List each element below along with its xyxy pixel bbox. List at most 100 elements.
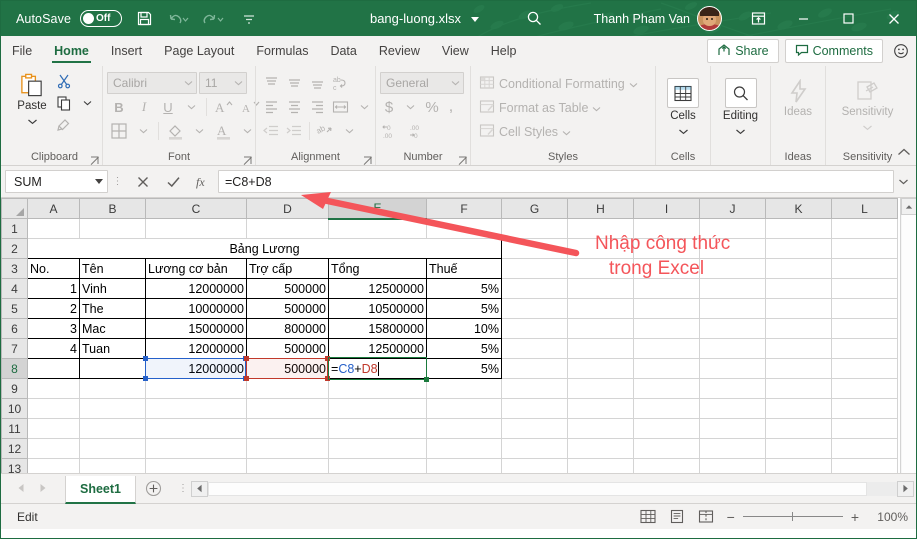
cell-e12[interactable]: [328, 438, 427, 459]
cell-i13[interactable]: [633, 458, 700, 473]
merge-chevron-down-icon[interactable]: [353, 96, 375, 118]
cell-j8[interactable]: [699, 358, 766, 379]
vertical-scroll-thumb[interactable]: [901, 215, 916, 473]
cell-d5[interactable]: 500000: [246, 298, 329, 319]
row-header-12[interactable]: 12: [1, 438, 28, 459]
add-sheet-plus-icon[interactable]: [136, 480, 170, 497]
sensitivity-button[interactable]: Sensitivity: [832, 75, 904, 136]
cell-l5[interactable]: [831, 298, 898, 319]
column-header-a[interactable]: A: [27, 198, 80, 219]
cell-k5[interactable]: [765, 298, 832, 319]
cell-l4[interactable]: [831, 278, 898, 299]
cell-b1[interactable]: [79, 218, 146, 239]
insert-function-fx-icon[interactable]: fx: [188, 170, 218, 194]
enter-checkmark-icon[interactable]: [158, 170, 188, 194]
cell-d13[interactable]: [246, 458, 329, 473]
cell-j5[interactable]: [699, 298, 766, 319]
cell-j13[interactable]: [699, 458, 766, 473]
sheet-tab-split-handle[interactable]: ⋮: [178, 483, 189, 494]
cell-l9[interactable]: [831, 378, 898, 399]
cell-c12[interactable]: [145, 438, 247, 459]
column-header-f[interactable]: F: [426, 198, 502, 219]
spreadsheet-grid[interactable]: A B C D E F G H I J K L 1 2 Bảng Lương 3…: [1, 198, 916, 473]
ribbon-display-options-icon[interactable]: [736, 1, 781, 36]
align-left-button[interactable]: [260, 96, 282, 118]
cell-l1[interactable]: [831, 218, 898, 239]
cell-l3[interactable]: [831, 258, 898, 279]
search-icon[interactable]: [521, 6, 547, 32]
cell-j10[interactable]: [699, 398, 766, 419]
cell-e5[interactable]: 10500000: [328, 298, 427, 319]
copy-button[interactable]: [53, 92, 75, 114]
text-orientation-button[interactable]: ab: [314, 120, 337, 142]
cell-b13[interactable]: [79, 458, 146, 473]
cells-button[interactable]: Cells: [660, 75, 706, 140]
normal-view-icon[interactable]: [640, 509, 656, 524]
cell-a6[interactable]: 3: [27, 318, 80, 339]
number-dialog-launcher-icon[interactable]: [458, 153, 468, 165]
cell-l13[interactable]: [831, 458, 898, 473]
previous-sheet-icon[interactable]: [17, 480, 25, 498]
cell-d9[interactable]: [246, 378, 329, 399]
cell-h8[interactable]: [567, 358, 634, 379]
cell-e6[interactable]: 15800000: [328, 318, 427, 339]
cell-k4[interactable]: [765, 278, 832, 299]
cut-button[interactable]: [53, 70, 75, 92]
tab-formulas[interactable]: Formulas: [245, 36, 319, 66]
font-size-combo[interactable]: 11: [199, 72, 247, 94]
font-name-combo[interactable]: Calibri: [107, 72, 197, 94]
orientation-chevron-down-icon[interactable]: [338, 120, 360, 142]
column-header-j[interactable]: J: [699, 198, 766, 219]
column-header-b[interactable]: B: [79, 198, 146, 219]
cell-e7[interactable]: 12500000: [328, 338, 427, 359]
decrease-indent-button[interactable]: [260, 120, 282, 142]
tab-data[interactable]: Data: [319, 36, 367, 66]
cell-g2[interactable]: [501, 238, 568, 259]
cell-b8[interactable]: [79, 358, 146, 379]
column-header-k[interactable]: K: [765, 198, 832, 219]
cell-f5[interactable]: 5%: [426, 298, 502, 319]
expand-formula-bar-icon[interactable]: [894, 178, 912, 186]
underline-chevron-down-icon[interactable]: [180, 96, 202, 118]
account-name[interactable]: Thanh Pham Van: [594, 12, 690, 26]
row-header-11[interactable]: 11: [1, 418, 28, 439]
close-icon[interactable]: [871, 1, 916, 36]
paste-button[interactable]: Paste: [11, 69, 53, 130]
row-header-3[interactable]: 3: [1, 258, 28, 279]
cell-i7[interactable]: [633, 338, 700, 359]
cell-styles-button[interactable]: Cell Styles: [475, 120, 575, 144]
page-break-preview-icon[interactable]: [698, 509, 714, 524]
alignment-dialog-launcher-icon[interactable]: [363, 153, 373, 165]
cell-a2-table-title[interactable]: Bảng Lương: [27, 238, 502, 259]
cell-b5[interactable]: The: [79, 298, 146, 319]
name-box[interactable]: SUM: [5, 170, 108, 193]
tab-help[interactable]: Help: [480, 36, 528, 66]
cell-a7[interactable]: 4: [27, 338, 80, 359]
row-header-9[interactable]: 9: [1, 378, 28, 399]
cell-d6[interactable]: 800000: [246, 318, 329, 339]
autosave-toggle[interactable]: Off: [80, 10, 123, 27]
cell-i11[interactable]: [633, 418, 700, 439]
cell-f6[interactable]: 10%: [426, 318, 502, 339]
comma-style-button[interactable]: ,: [443, 96, 459, 118]
row-header-6[interactable]: 6: [1, 318, 28, 339]
cell-a10[interactable]: [27, 398, 80, 419]
format-as-table-button[interactable]: Format as Table: [475, 96, 605, 120]
tab-view[interactable]: View: [431, 36, 480, 66]
name-box-chevron-down-icon[interactable]: [95, 179, 103, 184]
font-color-button[interactable]: A: [211, 120, 235, 142]
formula-bar-resize-handle[interactable]: ⋮: [108, 176, 128, 187]
cell-c13[interactable]: [145, 458, 247, 473]
align-middle-button[interactable]: [283, 72, 305, 94]
scroll-left-icon[interactable]: [191, 480, 208, 497]
cell-j12[interactable]: [699, 438, 766, 459]
cell-h9[interactable]: [567, 378, 634, 399]
user-avatar[interactable]: [697, 6, 722, 31]
cell-i12[interactable]: [633, 438, 700, 459]
cell-g6[interactable]: [501, 318, 568, 339]
undo-icon[interactable]: [166, 6, 192, 32]
cell-e13[interactable]: [328, 458, 427, 473]
cell-l7[interactable]: [831, 338, 898, 359]
increase-indent-button[interactable]: [283, 120, 305, 142]
redo-icon[interactable]: [201, 6, 227, 32]
